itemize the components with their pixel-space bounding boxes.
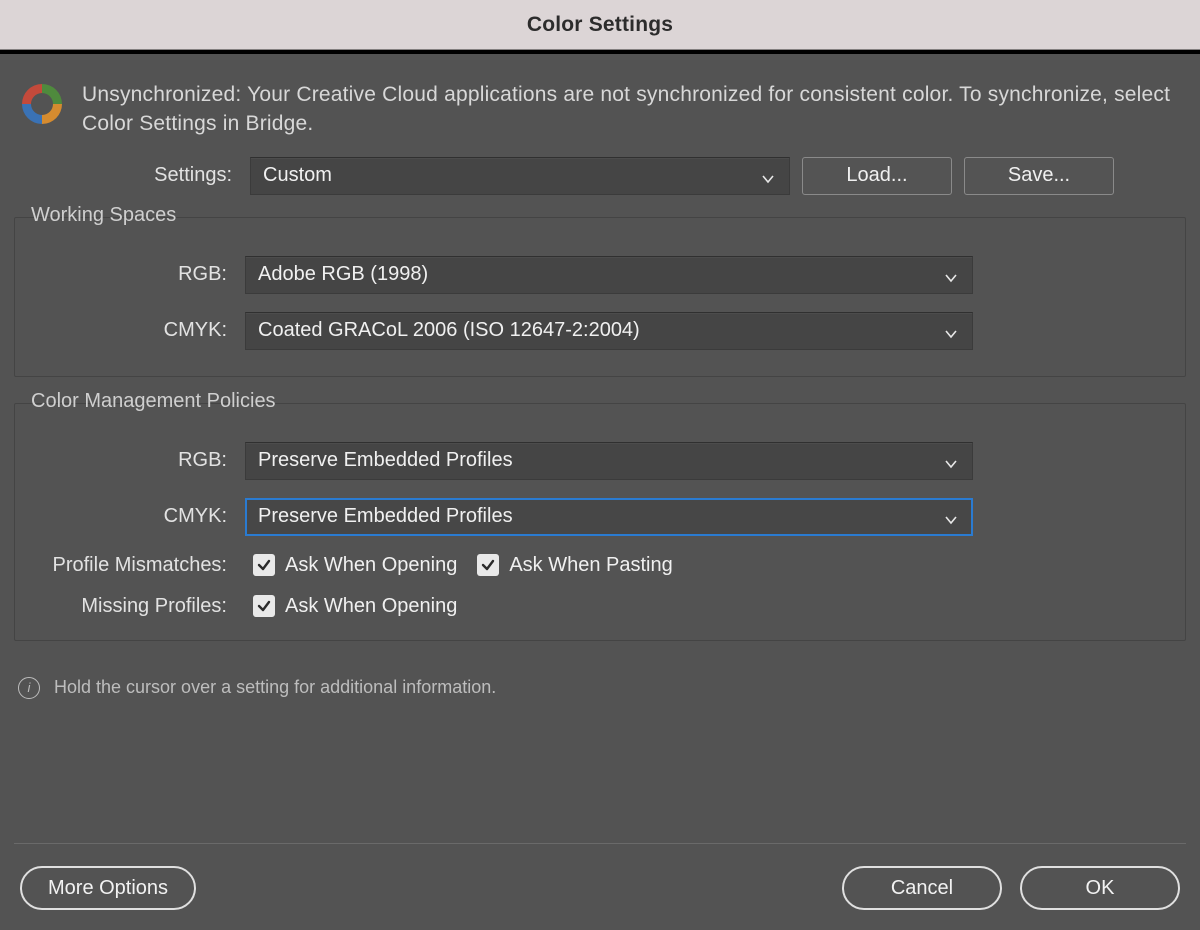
- hint-text: Hold the cursor over a setting for addit…: [54, 677, 496, 698]
- mismatch-ask-pasting-checkbox[interactable]: Ask When Pasting: [477, 554, 672, 577]
- missing-ask-opening-checkbox[interactable]: Ask When Opening: [253, 595, 457, 618]
- pol-rgb-label: RGB:: [29, 449, 233, 472]
- cancel-button[interactable]: Cancel: [842, 866, 1002, 910]
- save-button[interactable]: Save...: [964, 157, 1114, 195]
- ws-cmyk-label: CMYK:: [29, 319, 233, 342]
- policies-legend: Color Management Policies: [25, 390, 282, 413]
- sync-status-icon: [18, 80, 66, 128]
- ws-rgb-value: Adobe RGB (1998): [258, 263, 428, 286]
- pol-cmyk-dropdown[interactable]: Preserve Embedded Profiles: [245, 498, 973, 536]
- ws-cmyk-dropdown[interactable]: Coated GRACoL 2006 (ISO 12647-2:2004): [245, 312, 973, 350]
- pol-cmyk-label: CMYK:: [29, 505, 233, 528]
- chevron-down-icon: [944, 324, 958, 338]
- ws-rgb-label: RGB:: [29, 263, 233, 286]
- missing-ask-opening-label: Ask When Opening: [285, 595, 457, 618]
- sync-info-row: Unsynchronized: Your Creative Cloud appl…: [18, 80, 1182, 139]
- load-button[interactable]: Load...: [802, 157, 952, 195]
- sync-message: Unsynchronized: Your Creative Cloud appl…: [82, 80, 1182, 139]
- checkmark-icon: [477, 554, 499, 576]
- dialog-footer: More Options Cancel OK: [14, 843, 1186, 918]
- policies-group: Color Management Policies RGB: Preserve …: [14, 403, 1186, 641]
- working-spaces-legend: Working Spaces: [25, 204, 182, 227]
- mismatch-ask-opening-checkbox[interactable]: Ask When Opening: [253, 554, 457, 577]
- hint-row: i Hold the cursor over a setting for add…: [18, 677, 1182, 699]
- pol-cmyk-value: Preserve Embedded Profiles: [258, 505, 513, 528]
- pol-rgb-value: Preserve Embedded Profiles: [258, 449, 513, 472]
- info-icon: i: [18, 677, 40, 699]
- ws-cmyk-value: Coated GRACoL 2006 (ISO 12647-2:2004): [258, 319, 640, 342]
- chevron-down-icon: [944, 268, 958, 282]
- chevron-down-icon: [944, 454, 958, 468]
- working-spaces-group: Working Spaces RGB: Adobe RGB (1998) CMY…: [14, 217, 1186, 377]
- dialog-titlebar: Color Settings: [0, 0, 1200, 50]
- missing-profiles-label: Missing Profiles:: [29, 595, 233, 618]
- pol-rgb-dropdown[interactable]: Preserve Embedded Profiles: [245, 442, 973, 480]
- mismatch-ask-opening-label: Ask When Opening: [285, 554, 457, 577]
- profile-mismatches-label: Profile Mismatches:: [29, 554, 233, 577]
- checkmark-icon: [253, 595, 275, 617]
- mismatch-ask-pasting-label: Ask When Pasting: [509, 554, 672, 577]
- dialog-title: Color Settings: [527, 13, 673, 37]
- checkmark-icon: [253, 554, 275, 576]
- settings-label: Settings:: [18, 164, 238, 187]
- chevron-down-icon: [761, 169, 775, 183]
- settings-value: Custom: [263, 164, 332, 187]
- settings-row: Settings: Custom Load... Save...: [18, 157, 1182, 195]
- ws-rgb-dropdown[interactable]: Adobe RGB (1998): [245, 256, 973, 294]
- settings-dropdown[interactable]: Custom: [250, 157, 790, 195]
- dialog-content: Unsynchronized: Your Creative Cloud appl…: [0, 54, 1200, 930]
- chevron-down-icon: [944, 510, 958, 524]
- more-options-button[interactable]: More Options: [20, 866, 196, 910]
- ok-button[interactable]: OK: [1020, 866, 1180, 910]
